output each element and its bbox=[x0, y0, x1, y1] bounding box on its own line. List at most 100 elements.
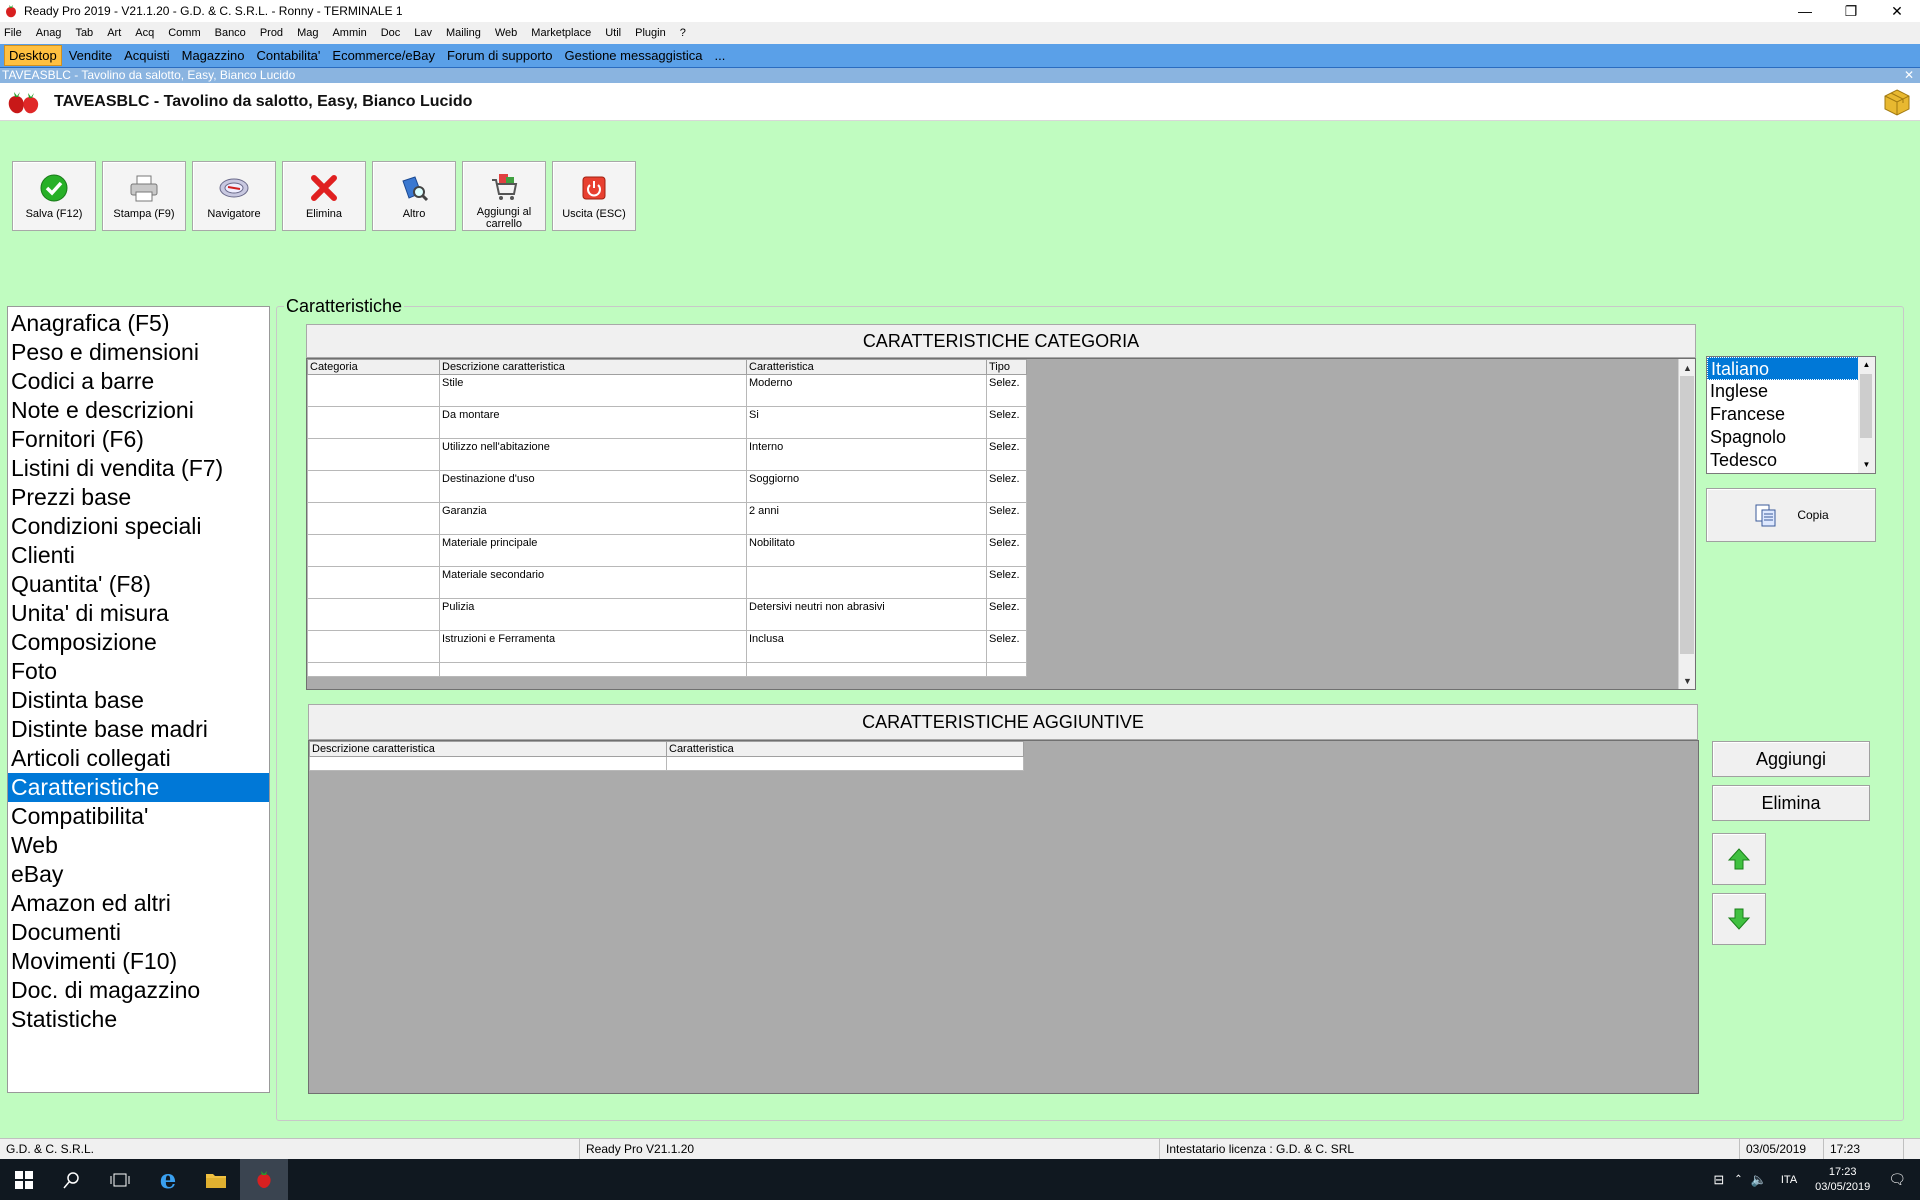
language-item-tedesco[interactable]: Tedesco bbox=[1707, 449, 1875, 472]
table-cell[interactable] bbox=[439, 662, 747, 677]
other-button[interactable]: Altro bbox=[372, 161, 456, 231]
nav-item-peso-dimensioni[interactable]: Peso e dimensioni bbox=[8, 338, 269, 367]
nav-item-ebay[interactable]: eBay bbox=[8, 860, 269, 889]
nav-item-note-descrizioni[interactable]: Note e descrizioni bbox=[8, 396, 269, 425]
input-language[interactable]: ITA bbox=[1781, 1174, 1797, 1186]
menu-lav[interactable]: Lav bbox=[414, 27, 432, 39]
nav-item-unita-misura[interactable]: Unita' di misura bbox=[8, 599, 269, 628]
delete-button[interactable]: Elimina bbox=[282, 161, 366, 231]
tab-vendite[interactable]: Vendite bbox=[64, 45, 117, 66]
table-cell[interactable] bbox=[307, 502, 440, 535]
language-list-scrollbar[interactable]: ▲ ▼ bbox=[1858, 357, 1875, 473]
nav-item-movimenti[interactable]: Movimenti (F10) bbox=[8, 947, 269, 976]
tab-magazzino[interactable]: Magazzino bbox=[177, 45, 250, 66]
explorer-taskbar-button[interactable] bbox=[192, 1159, 240, 1200]
table-cell[interactable]: Selez. bbox=[986, 630, 1027, 663]
scroll-down-arrow-icon[interactable]: ▼ bbox=[1858, 457, 1875, 473]
language-item-inglese[interactable]: Inglese bbox=[1707, 380, 1875, 403]
tab-ecommerce-ebay[interactable]: Ecommerce/eBay bbox=[327, 45, 440, 66]
table-cell[interactable]: Inclusa bbox=[746, 630, 987, 663]
nav-item-distinta-base[interactable]: Distinta base bbox=[8, 686, 269, 715]
table-cell[interactable] bbox=[307, 534, 440, 567]
nav-item-composizione[interactable]: Composizione bbox=[8, 628, 269, 657]
column-header[interactable]: Descrizione caratteristica bbox=[439, 359, 747, 375]
start-button[interactable] bbox=[0, 1159, 48, 1200]
language-list[interactable]: Italiano Inglese Francese Spagnolo Tedes… bbox=[1706, 356, 1876, 474]
menu-acq[interactable]: Acq bbox=[135, 27, 154, 39]
nav-item-doc-magazzino[interactable]: Doc. di magazzino bbox=[8, 976, 269, 1005]
table-cell[interactable]: Pulizia bbox=[439, 598, 747, 631]
table-cell[interactable]: Interno bbox=[746, 438, 987, 471]
edge-taskbar-button[interactable]: e bbox=[144, 1159, 192, 1200]
table-cell[interactable]: Selez. bbox=[986, 438, 1027, 471]
table-row[interactable]: Da montare Si Selez. bbox=[307, 406, 1027, 439]
nav-item-anagrafica[interactable]: Anagrafica (F5) bbox=[8, 309, 269, 338]
add-button[interactable]: Aggiungi bbox=[1712, 741, 1870, 777]
close-button[interactable]: ✕ bbox=[1874, 0, 1920, 22]
language-item-francese[interactable]: Francese bbox=[1707, 403, 1875, 426]
column-header[interactable]: Caratteristica bbox=[666, 741, 1024, 757]
nav-item-fornitori[interactable]: Fornitori (F6) bbox=[8, 425, 269, 454]
notifications-chevron-icon[interactable]: ⌃ bbox=[1734, 1174, 1742, 1185]
menu-mailing[interactable]: Mailing bbox=[446, 27, 481, 39]
table-cell[interactable]: Selez. bbox=[986, 566, 1027, 599]
table-cell[interactable]: Selez. bbox=[986, 534, 1027, 567]
table-cell[interactable]: Selez. bbox=[986, 598, 1027, 631]
table-row[interactable] bbox=[307, 662, 1027, 677]
tab-more[interactable]: ... bbox=[710, 45, 731, 66]
table-cell[interactable]: Selez. bbox=[986, 374, 1027, 407]
table-cell[interactable]: Destinazione d'uso bbox=[439, 470, 747, 503]
nav-item-clienti[interactable]: Clienti bbox=[8, 541, 269, 570]
table-row[interactable]: Materiale principale Nobilitato Selez. bbox=[307, 534, 1027, 567]
table-cell[interactable] bbox=[746, 662, 987, 677]
scroll-up-arrow-icon[interactable]: ▲ bbox=[1679, 359, 1696, 376]
volume-icon[interactable]: 🔈 bbox=[1751, 1172, 1767, 1188]
tab-acquisti[interactable]: Acquisti bbox=[119, 45, 175, 66]
nav-item-web[interactable]: Web bbox=[8, 831, 269, 860]
tab-contabilita[interactable]: Contabilita' bbox=[251, 45, 325, 66]
print-button[interactable]: Stampa (F9) bbox=[102, 161, 186, 231]
table-cell[interactable]: Garanzia bbox=[439, 502, 747, 535]
table-row[interactable]: Istruzioni e Ferramenta Inclusa Selez. bbox=[307, 630, 1027, 663]
move-up-button[interactable] bbox=[1712, 833, 1766, 885]
scroll-down-arrow-icon[interactable]: ▼ bbox=[1679, 672, 1696, 689]
table-cell[interactable] bbox=[986, 662, 1027, 677]
column-header[interactable]: Categoria bbox=[307, 359, 440, 375]
nav-item-amazon[interactable]: Amazon ed altri bbox=[8, 889, 269, 918]
table-cell[interactable]: Utilizzo nell'abitazione bbox=[439, 438, 747, 471]
scroll-thumb[interactable] bbox=[1860, 374, 1872, 438]
table-row[interactable]: Utilizzo nell'abitazione Interno Selez. bbox=[307, 438, 1027, 471]
table-cell[interactable]: Materiale secondario bbox=[439, 566, 747, 599]
nav-item-foto[interactable]: Foto bbox=[8, 657, 269, 686]
nav-item-quantita[interactable]: Quantita' (F8) bbox=[8, 570, 269, 599]
move-down-button[interactable] bbox=[1712, 893, 1766, 945]
table-cell[interactable] bbox=[307, 630, 440, 663]
table-cell[interactable]: Materiale principale bbox=[439, 534, 747, 567]
mdi-close-icon[interactable]: ✕ bbox=[1904, 68, 1914, 83]
save-button[interactable]: Salva (F12) bbox=[12, 161, 96, 231]
table-cell[interactable] bbox=[307, 374, 440, 407]
taskbar-clock[interactable]: 17:23 03/05/2019 bbox=[1815, 1165, 1870, 1195]
language-item-spagnolo[interactable]: Spagnolo bbox=[1707, 426, 1875, 449]
table-cell[interactable]: Selez. bbox=[986, 470, 1027, 503]
table-row[interactable] bbox=[309, 756, 1024, 771]
menu-doc[interactable]: Doc bbox=[381, 27, 401, 39]
table-cell[interactable] bbox=[307, 438, 440, 471]
column-header[interactable]: Tipo bbox=[986, 359, 1027, 375]
nav-item-compatibilita[interactable]: Compatibilita' bbox=[8, 802, 269, 831]
menu-util[interactable]: Util bbox=[605, 27, 621, 39]
table-cell[interactable]: Detersivi neutri non abrasivi bbox=[746, 598, 987, 631]
nav-item-documenti[interactable]: Documenti bbox=[8, 918, 269, 947]
readypro-taskbar-button[interactable] bbox=[240, 1159, 288, 1200]
table-cell[interactable]: Si bbox=[746, 406, 987, 439]
menu-ammin[interactable]: Ammin bbox=[332, 27, 366, 39]
table-row[interactable]: Destinazione d'uso Soggiorno Selez. bbox=[307, 470, 1027, 503]
table-cell[interactable]: Moderno bbox=[746, 374, 987, 407]
copy-button[interactable]: Copia bbox=[1706, 488, 1876, 542]
menu-mag[interactable]: Mag bbox=[297, 27, 318, 39]
tab-desktop[interactable]: Desktop bbox=[4, 45, 62, 66]
menu-marketplace[interactable]: Marketplace bbox=[531, 27, 591, 39]
table-cell[interactable]: Selez. bbox=[986, 502, 1027, 535]
nav-item-distinte-base-madri[interactable]: Distinte base madri bbox=[8, 715, 269, 744]
nav-item-condizioni-speciali[interactable]: Condizioni speciali bbox=[8, 512, 269, 541]
